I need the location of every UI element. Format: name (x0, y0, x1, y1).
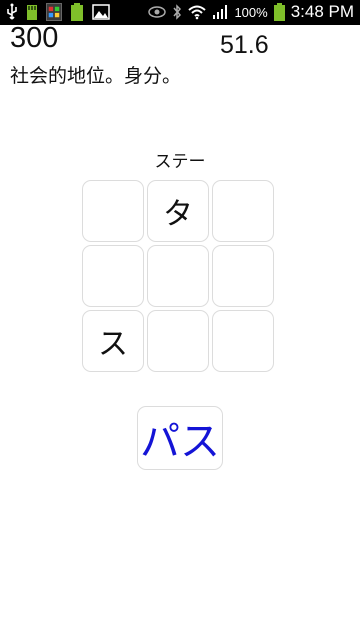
grid-cell[interactable] (147, 310, 209, 372)
grid-cell[interactable] (212, 245, 274, 307)
grid-cell[interactable] (212, 310, 274, 372)
pass-button[interactable]: パス (137, 406, 223, 470)
wifi-icon (188, 5, 207, 20)
grid-cell[interactable] (82, 180, 144, 242)
sdcard-icon (27, 5, 37, 20)
score: 300 (10, 22, 59, 54)
clock: 3:48 PM (290, 2, 354, 21)
word-meaning: 社会的地位。身分。 (10, 65, 182, 87)
grid-cell[interactable] (82, 245, 144, 307)
eye-icon (148, 6, 167, 18)
usb-icon (7, 3, 17, 20)
battery-percent: 100% (234, 4, 268, 20)
grid-cell[interactable] (147, 245, 209, 307)
grid-cell[interactable]: タ (147, 180, 209, 242)
partial-word: ステー (154, 152, 206, 172)
battery-icon (273, 3, 285, 21)
grid-cell[interactable] (212, 180, 274, 242)
letter-grid: タ ス (82, 180, 278, 372)
app-screen: 100% 3:48 PM 300 51.6 社会的地位。身分。 ステー タ ス … (0, 0, 360, 640)
signal-icon (213, 5, 228, 19)
bluetooth-icon (173, 4, 182, 20)
battery-small-icon (71, 3, 83, 21)
system-icons: 100% 3:48 PM (148, 2, 354, 22)
app-icon (46, 3, 62, 21)
timer: 51.6 (220, 31, 269, 59)
image-icon (92, 4, 110, 20)
notification-icons (6, 3, 110, 21)
grid-cell[interactable]: ス (82, 310, 144, 372)
